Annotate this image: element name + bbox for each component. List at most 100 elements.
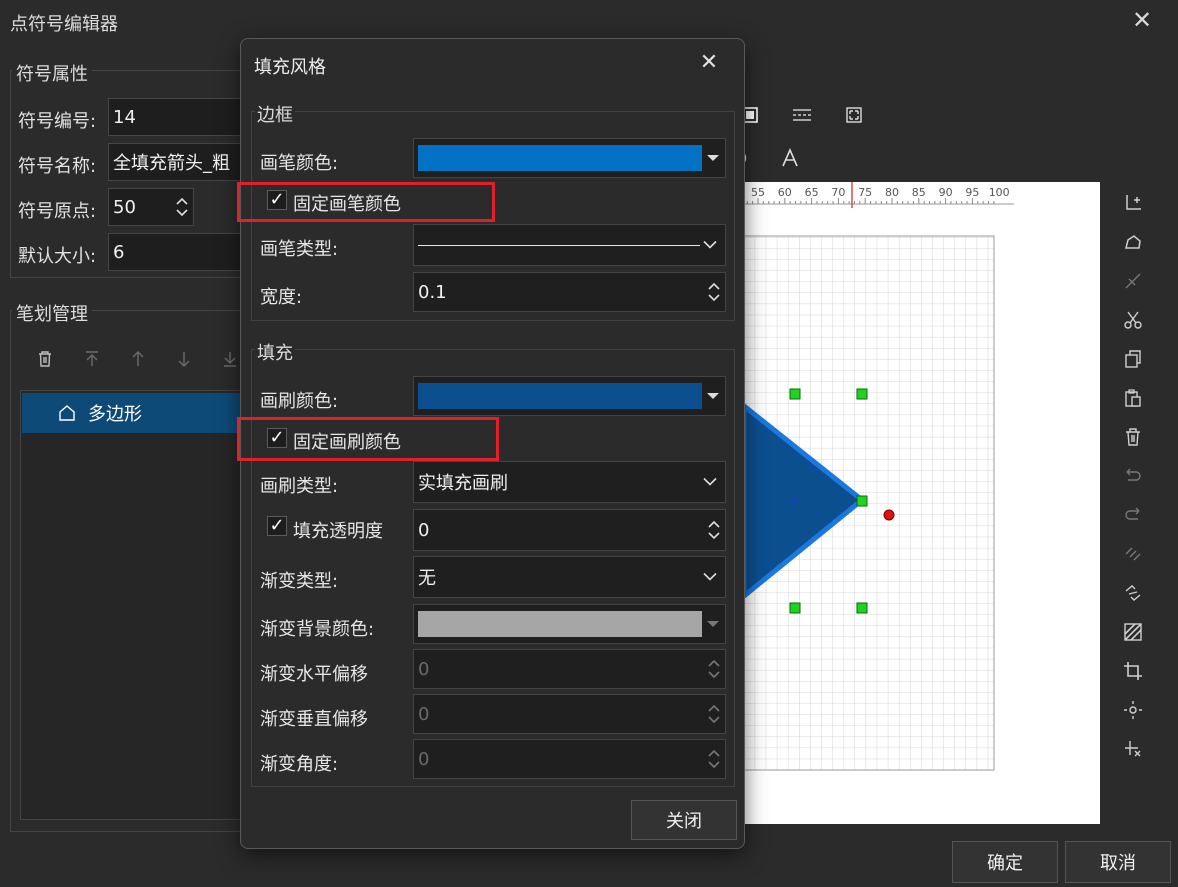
cancel-button[interactable]: 取消	[1065, 841, 1171, 883]
anchor-point-icon[interactable]	[1121, 737, 1145, 761]
move-up-icon[interactable]	[126, 347, 150, 371]
ruler-tick-label: 60	[777, 186, 792, 199]
window-close-button[interactable]: ✕	[1128, 6, 1156, 34]
trash-icon[interactable]	[1121, 425, 1145, 449]
ruler-labels: 55 60 65 70 75 80 85 90 95 100	[744, 186, 1014, 202]
ruler-tick-label: 70	[831, 186, 846, 199]
spinner-arrows-icon[interactable]	[707, 510, 721, 550]
ruler-tick-label: 80	[885, 186, 899, 199]
ruler-tick-label: 55	[751, 186, 765, 199]
handle-top-left[interactable]	[789, 388, 801, 400]
pen-color-picker[interactable]	[413, 138, 726, 178]
copy-icon[interactable]	[1121, 347, 1145, 371]
handle-middle-right[interactable]	[856, 495, 868, 507]
handle-bottom-right[interactable]	[856, 602, 868, 614]
hatch-fill-icon[interactable]	[1121, 620, 1145, 644]
ruler-tick-label: 100	[988, 186, 1010, 199]
default-size-input[interactable]: 6	[108, 233, 244, 271]
center-move-icon[interactable]	[1121, 698, 1145, 722]
delete-stroke-icon[interactable]	[33, 347, 57, 371]
break-link-icon[interactable]	[1121, 542, 1145, 566]
default-size-label: 默认大小:	[18, 246, 97, 267]
ok-button[interactable]: 确定	[952, 841, 1058, 883]
chevron-down-icon	[703, 477, 717, 486]
undo-icon[interactable]	[1121, 464, 1145, 488]
spinner-arrows-icon[interactable]	[707, 695, 721, 733]
symbol-origin-input[interactable]: 50	[108, 188, 194, 226]
stroke-mgmt-title: 笔划管理	[12, 300, 92, 326]
gradient-bg-swatch	[418, 611, 702, 637]
split-line-icon[interactable]	[1121, 269, 1145, 293]
handle-top-right[interactable]	[856, 388, 868, 400]
spinner-arrows-icon[interactable]	[707, 273, 721, 311]
fill-transparency-checkbox[interactable]: ✓	[267, 516, 287, 536]
crop-icon[interactable]	[1121, 659, 1145, 683]
move-down-icon[interactable]	[172, 347, 196, 371]
redo-icon[interactable]	[1121, 503, 1145, 527]
gradient-bg-color-picker[interactable]	[413, 604, 726, 644]
pen-color-label: 画笔颜色:	[260, 153, 339, 174]
highlight-box-pen	[237, 182, 495, 222]
stroke-list[interactable]	[20, 390, 242, 820]
dialog-close-btn[interactable]: 关闭	[631, 800, 737, 840]
gradient-angle-label: 渐变角度:	[260, 754, 339, 775]
fill-transparency-input[interactable]: 0	[413, 509, 726, 551]
drawing-canvas[interactable]: × 55 60 65 70 75 80 85 90 95 100	[744, 182, 1100, 824]
move-top-icon[interactable]	[80, 347, 104, 371]
symbol-origin-label: 符号原点:	[18, 201, 97, 222]
brush-color-label: 画刷颜色:	[260, 391, 339, 412]
brush-type-label: 画刷类型:	[260, 476, 339, 497]
spinner-arrows-icon[interactable]	[175, 189, 189, 225]
highlight-box-brush	[237, 417, 499, 461]
handle-bottom-left[interactable]	[789, 602, 801, 614]
symbol-number-label: 符号编号:	[18, 111, 97, 132]
ruler-tick-label: 65	[804, 186, 819, 199]
edit-polygon-icon[interactable]	[1121, 230, 1145, 254]
spinner-arrows-icon[interactable]	[707, 740, 721, 778]
ruler-tick-label: 95	[965, 186, 980, 199]
gradient-type-select[interactable]: 无	[413, 556, 726, 598]
join-icon[interactable]	[1121, 581, 1145, 605]
gradient-type-label: 渐变类型:	[260, 571, 339, 592]
canvas-svg[interactable]: ×	[744, 182, 1100, 824]
symbol-props-title: 符号属性	[12, 60, 92, 86]
list-item[interactable]: 多边形	[22, 393, 242, 433]
chevron-down-icon	[703, 240, 717, 249]
symbol-number-input[interactable]: 14	[108, 98, 244, 136]
add-point-icon[interactable]	[1121, 191, 1145, 215]
symbol-name-input[interactable]: 全填充箭头_粗	[108, 143, 244, 181]
fit-view-icon[interactable]	[842, 103, 866, 127]
cut-icon[interactable]	[1121, 308, 1145, 332]
window-title: 点符号编辑器	[10, 14, 118, 35]
gradient-hoffset-input[interactable]: 0	[413, 649, 726, 689]
gradient-voffset-input[interactable]: 0	[413, 694, 726, 734]
text-tool-icon[interactable]	[778, 146, 802, 170]
pen-type-select[interactable]	[413, 224, 726, 266]
gradient-voffset-label: 渐变垂直偏移	[260, 709, 368, 730]
border-section-title: 边框	[255, 101, 295, 127]
dashed-lines-icon[interactable]	[790, 103, 814, 127]
fill-transparency-label: 填充透明度	[293, 521, 383, 542]
ruler-tick-label: 90	[938, 186, 953, 199]
brush-color-picker[interactable]	[413, 376, 726, 416]
ruler-tick-label: 75	[858, 186, 873, 199]
spinner-arrows-icon[interactable]	[707, 650, 721, 688]
dropdown-caret-icon	[707, 393, 719, 399]
move-bottom-icon[interactable]	[218, 347, 242, 371]
dialog-close-button[interactable]: ✕	[694, 49, 724, 77]
solid-line-preview	[418, 244, 700, 246]
brush-type-select[interactable]: 实填充画刷	[413, 461, 726, 503]
gradient-angle-input[interactable]: 0	[413, 739, 726, 779]
chevron-down-icon	[703, 572, 717, 581]
center-mark: ×	[790, 493, 800, 507]
rotation-handle[interactable]	[883, 509, 895, 521]
width-input[interactable]: 0.1	[413, 272, 726, 312]
gradient-hoffset-label: 渐变水平偏移	[260, 664, 368, 685]
pen-color-swatch	[418, 145, 702, 171]
fill-style-dialog: 填充风格 ✕ 边框 画笔颜色: ✓ 固定画笔颜色 画笔类型: 宽度: 0.1 填…	[237, 38, 745, 849]
polygon-icon	[58, 404, 76, 422]
dropdown-caret-icon	[707, 155, 719, 161]
width-label: 宽度:	[260, 287, 303, 308]
paste-icon[interactable]	[1121, 386, 1145, 410]
ruler-tick-label: 85	[911, 186, 926, 199]
